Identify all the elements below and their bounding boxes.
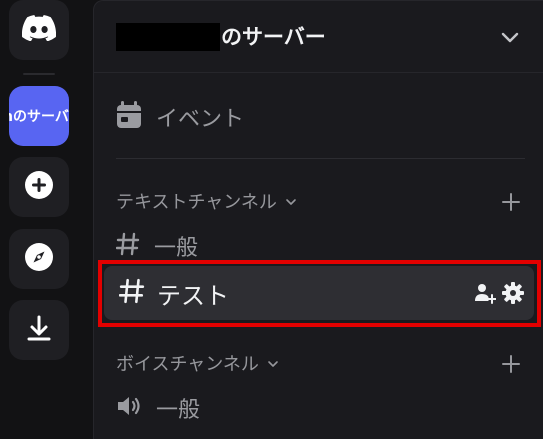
server-icon-label: nのサーバー [9, 109, 69, 125]
server-icon-button[interactable]: nのサーバー [9, 86, 69, 146]
gear-icon[interactable] [502, 282, 524, 304]
add-server-button[interactable] [9, 157, 69, 217]
calendar-icon [116, 101, 142, 133]
server-rail: nのサーバー [0, 0, 78, 439]
rail-separator [23, 73, 55, 75]
discord-logo-icon [21, 15, 57, 45]
channel-voice-general[interactable]: 一般 [116, 390, 200, 426]
category-text-channels[interactable]: テキストチャンネル [116, 187, 297, 215]
category-voice-channels[interactable]: ボイスチャンネル [116, 349, 279, 377]
add-server-icon [24, 170, 54, 204]
server-name-suffix: のサーバー [221, 25, 326, 49]
events-label: イベント [156, 107, 245, 132]
invite-user-icon[interactable] [474, 282, 496, 304]
discord-app: nのサーバー [0, 0, 543, 439]
chevron-down-icon[interactable] [499, 27, 521, 47]
download-icon [25, 314, 53, 346]
discover-button[interactable] [9, 229, 69, 289]
speaker-icon [116, 394, 142, 422]
divider [116, 158, 525, 159]
chevron-down-icon [285, 192, 297, 211]
category-label: ボイスチャンネル [116, 354, 259, 375]
discover-icon [24, 242, 54, 276]
channel-text-general[interactable]: 一般 [115, 228, 199, 264]
channel-label: 一般 [156, 398, 201, 423]
channel-actions [468, 282, 524, 304]
channel-label: 一般 [154, 236, 199, 261]
channel-sidebar: のサーバー イベント テキストチャンネル 一般 ボイスチャンネル 一般 [93, 0, 543, 439]
channel-label: テスト [157, 281, 229, 310]
add-channel-icon[interactable] [501, 192, 521, 212]
home-button[interactable] [9, 0, 69, 60]
redacted-server-name [116, 23, 220, 51]
server-header[interactable]: のサーバー [94, 1, 543, 73]
chevron-down-icon [267, 354, 279, 373]
add-channel-icon[interactable] [501, 354, 521, 374]
category-label: テキストチャンネル [116, 192, 277, 213]
events-row[interactable]: イベント [116, 97, 244, 137]
channel-text-test[interactable]: テスト [104, 266, 534, 320]
hash-icon [115, 232, 140, 260]
hash-icon [118, 278, 145, 308]
download-apps-button[interactable] [9, 300, 69, 360]
